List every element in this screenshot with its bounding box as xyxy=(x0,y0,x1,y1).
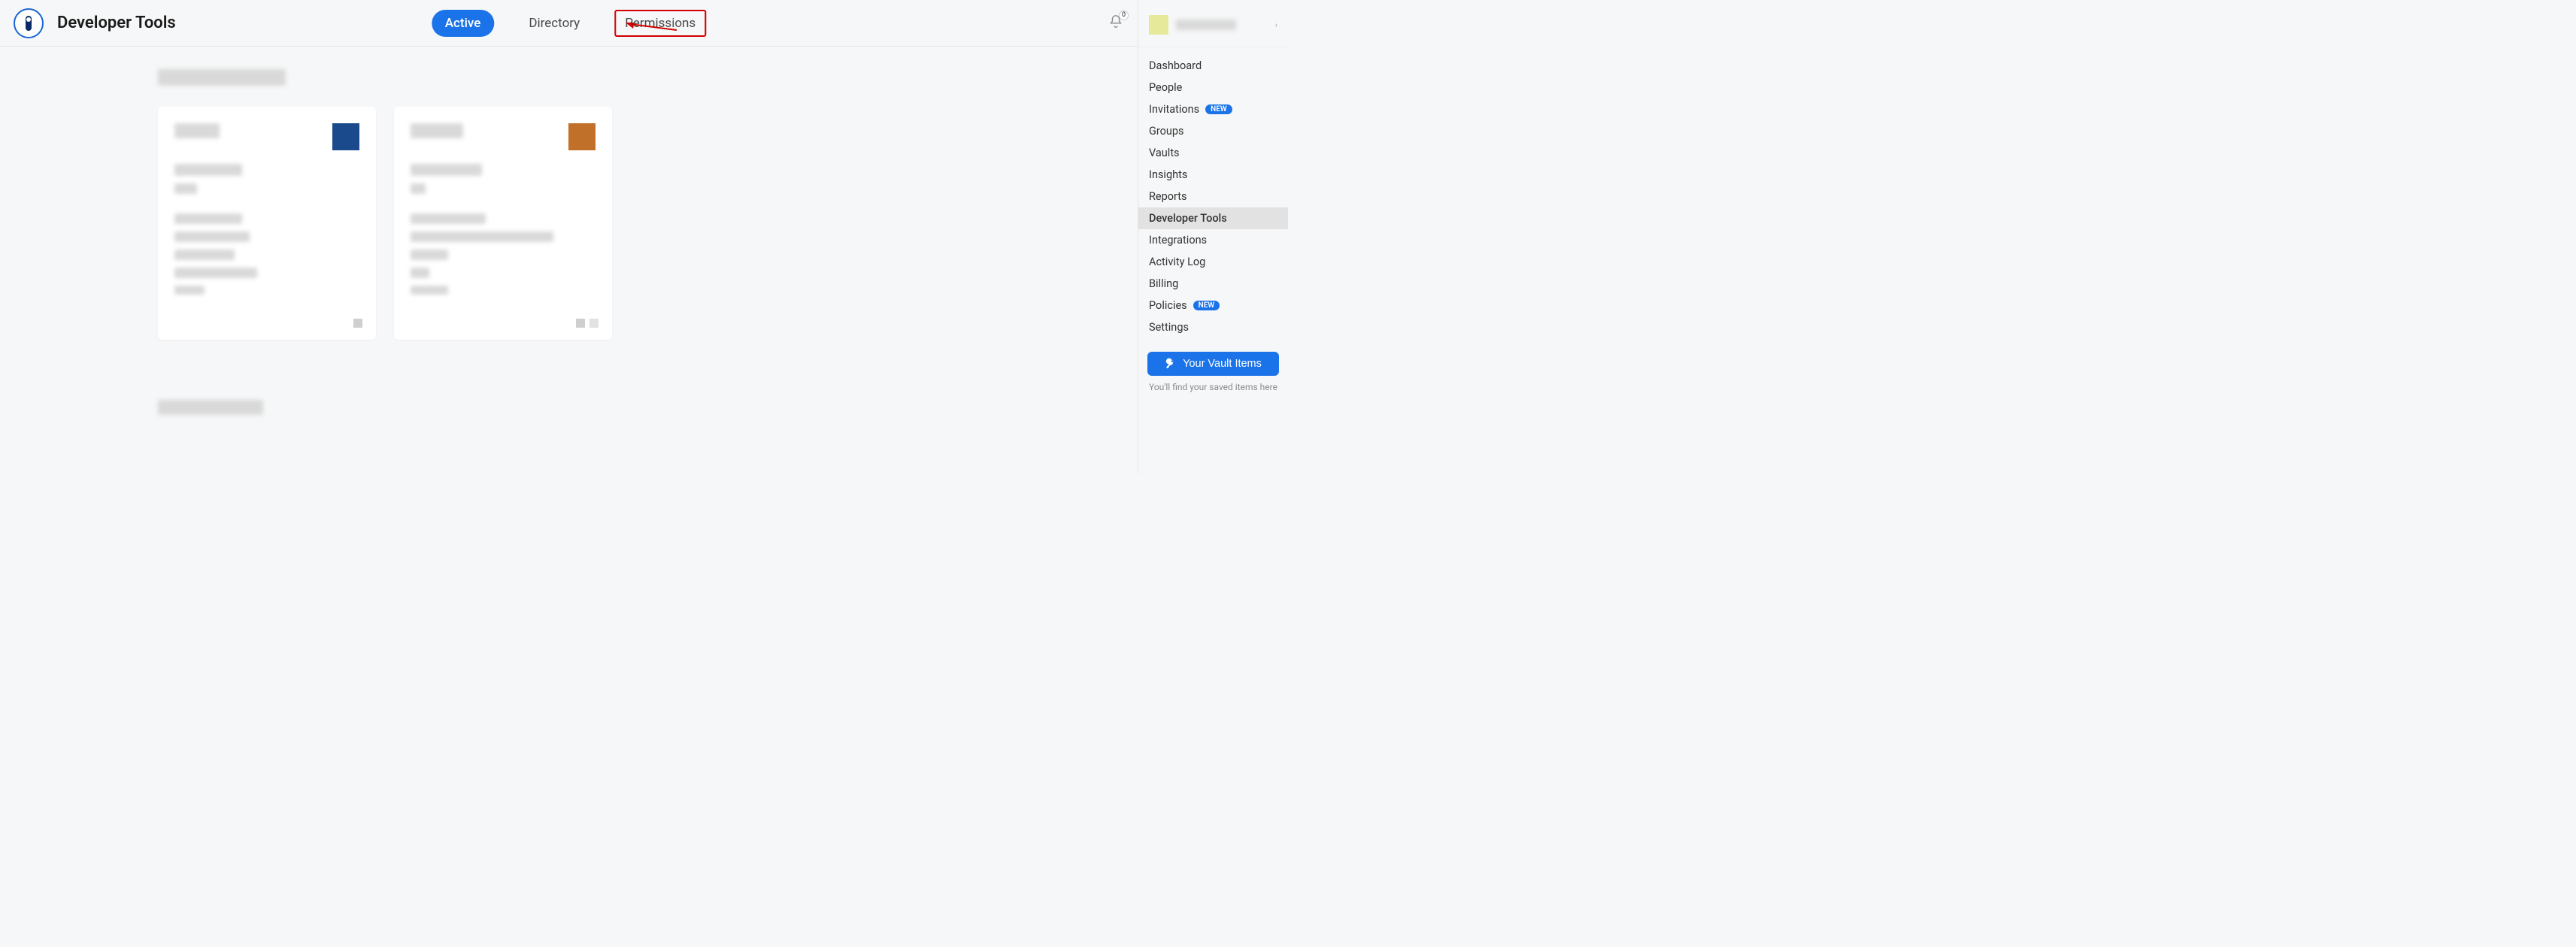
sidebar-item-groups[interactable]: Groups xyxy=(1138,120,1288,142)
vault-hint-text: You'll find your saved items here xyxy=(1138,379,1288,395)
redacted-text xyxy=(174,164,242,176)
sidebar-item-label: Billing xyxy=(1149,277,1178,290)
sidebar-item-dashboard[interactable]: Dashboard xyxy=(1138,55,1288,77)
redacted-text xyxy=(411,268,429,278)
card-footer xyxy=(353,319,362,328)
sidebar-item-developer-tools[interactable]: Developer Tools xyxy=(1138,207,1288,229)
sidebar-item-activity-log[interactable]: Activity Log xyxy=(1138,251,1288,273)
redacted-text xyxy=(174,250,235,260)
sidebar-item-insights[interactable]: Insights xyxy=(1138,164,1288,186)
sidebar-item-label: Developer Tools xyxy=(1149,212,1227,225)
redacted-text xyxy=(174,183,197,194)
sidebar-item-invitations[interactable]: Invitations NEW xyxy=(1138,98,1288,120)
sidebar-item-people[interactable]: People xyxy=(1138,77,1288,98)
sidebar-item-label: Dashboard xyxy=(1149,59,1202,72)
sidebar-item-vaults[interactable]: Vaults xyxy=(1138,142,1288,164)
card-grid xyxy=(158,107,1138,340)
sidebar-item-billing[interactable]: Billing xyxy=(1138,273,1288,295)
chevron-right-icon: › xyxy=(1275,20,1277,30)
sidebar-item-label: Insights xyxy=(1149,168,1187,181)
top-bar: Developer Tools Active Directory Permiss… xyxy=(0,0,1138,47)
tab-permissions[interactable]: Permissions xyxy=(614,10,706,37)
redacted-text xyxy=(411,183,426,194)
redacted-text xyxy=(174,268,257,278)
sidebar-item-label: Policies xyxy=(1149,299,1187,312)
redacted-text xyxy=(174,213,242,224)
key-icon xyxy=(1165,358,1177,370)
sidebar-nav: Dashboard People Invitations NEW Groups … xyxy=(1138,47,1288,346)
vault-button-label: Your Vault Items xyxy=(1183,358,1262,370)
sidebar-item-label: Vaults xyxy=(1149,147,1180,159)
sidebar-item-policies[interactable]: Policies NEW xyxy=(1138,295,1288,316)
content-area xyxy=(0,47,1138,474)
redacted-text xyxy=(411,250,448,260)
app-logo-icon xyxy=(14,8,44,38)
sidebar-item-integrations[interactable]: Integrations xyxy=(1138,229,1288,251)
sidebar-item-label: Settings xyxy=(1149,321,1189,334)
your-vault-items-button[interactable]: Your Vault Items xyxy=(1147,352,1279,376)
card-title-redacted xyxy=(411,123,463,138)
redacted-text xyxy=(411,286,448,295)
card-title-redacted xyxy=(174,123,220,138)
sidebar-item-label: Invitations xyxy=(1149,103,1199,116)
new-badge: NEW xyxy=(1193,301,1220,310)
card-footer xyxy=(576,319,599,328)
tab-active[interactable]: Active xyxy=(432,10,495,37)
sidebar-item-settings[interactable]: Settings xyxy=(1138,316,1288,338)
sidebar-item-label: Integrations xyxy=(1149,234,1207,247)
notification-count-badge: 0 xyxy=(1119,11,1129,20)
redacted-text xyxy=(411,231,553,242)
redacted-text xyxy=(411,164,482,176)
token-card[interactable] xyxy=(158,107,376,340)
section-title-redacted xyxy=(158,400,263,415)
sidebar: › Dashboard People Invitations NEW Group… xyxy=(1138,0,1288,474)
tab-group: Active Directory Permissions xyxy=(432,10,706,37)
sidebar-item-label: Reports xyxy=(1149,190,1187,203)
tab-directory[interactable]: Directory xyxy=(515,10,593,37)
user-name-redacted xyxy=(1176,20,1236,30)
footer-dot xyxy=(353,319,362,328)
page-title: Developer Tools xyxy=(57,14,176,32)
section-title-redacted xyxy=(158,69,286,86)
card-color-swatch xyxy=(332,123,359,150)
footer-dot xyxy=(589,319,599,328)
sidebar-item-label: Groups xyxy=(1149,125,1184,138)
redacted-text xyxy=(411,213,486,224)
new-badge: NEW xyxy=(1205,104,1232,114)
avatar xyxy=(1149,15,1168,35)
redacted-text xyxy=(174,286,205,295)
account-menu[interactable]: › xyxy=(1138,11,1288,47)
sidebar-item-label: Activity Log xyxy=(1149,256,1205,268)
sidebar-item-label: People xyxy=(1149,81,1182,94)
card-color-swatch xyxy=(568,123,596,150)
sidebar-item-reports[interactable]: Reports xyxy=(1138,186,1288,207)
footer-dot xyxy=(576,319,585,328)
redacted-text xyxy=(174,231,250,242)
token-card[interactable] xyxy=(394,107,612,340)
notifications-button[interactable]: 0 xyxy=(1108,14,1124,33)
